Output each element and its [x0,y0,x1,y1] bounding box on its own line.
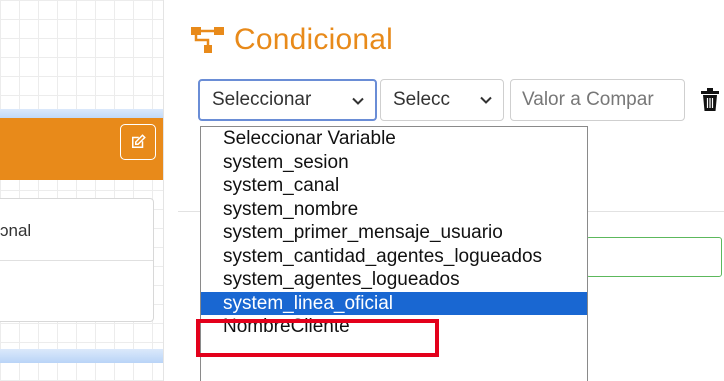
compare-value-placeholder: Valor a Compar [522,89,654,110]
dropdown-option[interactable]: system_canal [201,174,587,198]
chevron-down-icon [352,97,364,105]
canvas-node-body[interactable] [0,198,154,322]
flow-canvas[interactable]: ɔnal [0,0,164,381]
dropdown-option[interactable]: system_nombre [201,198,587,222]
dropdown-option[interactable]: Seleccionar Variable [201,127,587,151]
valid-input-field[interactable] [586,237,722,277]
trash-icon[interactable] [700,88,720,112]
canvas-node-header[interactable] [0,118,164,180]
flow-icon [191,27,224,53]
edit-node-button[interactable] [120,124,156,160]
operator-select-value: Selecc [393,89,451,110]
dropdown-option[interactable]: system_sesion [201,151,587,175]
chevron-down-icon [480,96,492,104]
variable-select[interactable]: Seleccionar [198,79,377,121]
operator-select[interactable]: Selecc [380,79,504,121]
variable-dropdown-list[interactable]: Seleccionar Variable system_sesion syste… [200,126,588,381]
edit-icon [132,134,146,148]
compare-value-input[interactable]: Valor a Compar [510,79,685,121]
node-body-divider [0,260,153,261]
dropdown-option[interactable]: system_primer_mensaje_usuario [201,221,587,245]
variable-select-value: Seleccionar [212,89,312,110]
canvas-node-header-band-lower [0,349,164,363]
dropdown-option[interactable]: system_agentes_logueados [201,268,587,292]
dropdown-option-selected[interactable]: system_linea_oficial [201,291,587,315]
dropdown-option[interactable]: system_cantidad_agentes_logueados [201,245,587,269]
canvas-divider [163,0,164,381]
panel-header: Condicional [190,22,393,58]
dropdown-option[interactable]: NombreCliente [201,315,587,339]
page-title: Condicional [234,23,393,56]
canvas-node-label: ɔnal [0,221,32,240]
